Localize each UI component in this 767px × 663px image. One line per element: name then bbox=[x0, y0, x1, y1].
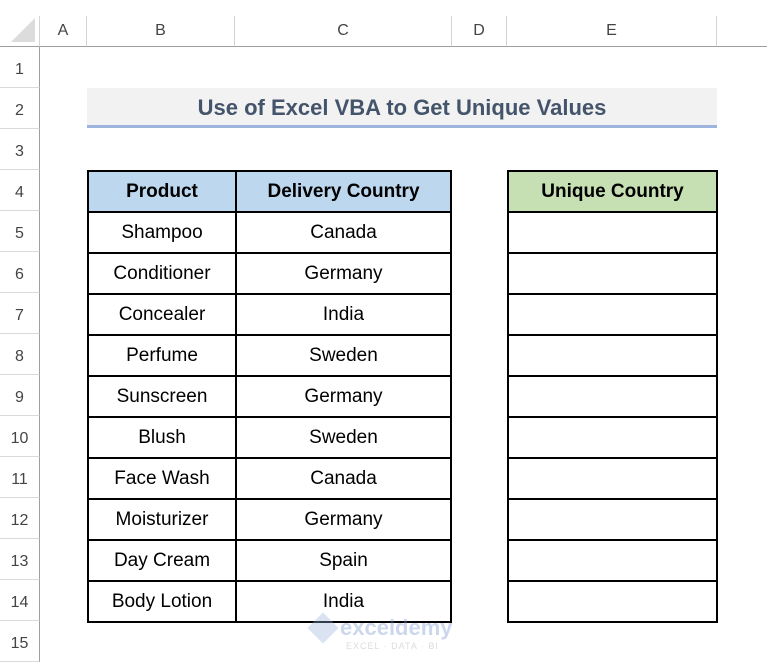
product-cell[interactable]: Face Wash bbox=[87, 457, 237, 500]
watermark-tagline: EXCEL · DATA · BI bbox=[346, 641, 439, 651]
table-row: Face Wash Canada bbox=[87, 457, 452, 500]
table-row: Sunscreen Germany bbox=[87, 375, 452, 418]
table-row: Perfume Sweden bbox=[87, 334, 452, 377]
row-header-15[interactable]: 15 bbox=[0, 621, 40, 662]
product-table: Product Delivery Country Shampoo Canada Co… bbox=[87, 170, 452, 623]
unique-country-cell[interactable] bbox=[507, 211, 718, 254]
row-header-3[interactable]: 3 bbox=[0, 129, 40, 170]
table-row bbox=[507, 498, 718, 541]
unique-country-cell[interactable] bbox=[507, 375, 718, 418]
column-header-e[interactable]: E bbox=[507, 16, 717, 47]
unique-country-cell[interactable] bbox=[507, 580, 718, 623]
exceldemy-logo-icon bbox=[307, 612, 339, 644]
unique-country-cell[interactable] bbox=[507, 498, 718, 541]
table-row: Concealer India bbox=[87, 293, 452, 336]
table-row bbox=[507, 334, 718, 377]
table-row: Moisturizer Germany bbox=[87, 498, 452, 541]
country-cell[interactable]: Canada bbox=[235, 211, 452, 254]
product-cell[interactable]: Moisturizer bbox=[87, 498, 237, 541]
product-cell[interactable]: Conditioner bbox=[87, 252, 237, 295]
row-header-2[interactable]: 2 bbox=[0, 88, 40, 129]
row-header-7[interactable]: 7 bbox=[0, 293, 40, 334]
row-header-12[interactable]: 12 bbox=[0, 498, 40, 539]
unique-country-cell[interactable] bbox=[507, 457, 718, 500]
product-header[interactable]: Product bbox=[87, 170, 237, 213]
table-row bbox=[507, 416, 718, 459]
row-header-1[interactable]: 1 bbox=[0, 47, 40, 88]
row-header-8[interactable]: 8 bbox=[0, 334, 40, 375]
row-header-11[interactable]: 11 bbox=[0, 457, 40, 498]
unique-country-cell[interactable] bbox=[507, 416, 718, 459]
table-row bbox=[507, 252, 718, 295]
product-cell[interactable]: Sunscreen bbox=[87, 375, 237, 418]
country-cell[interactable]: Germany bbox=[235, 375, 452, 418]
table-row: Day Cream Spain bbox=[87, 539, 452, 582]
watermark-name: exceldemy bbox=[340, 615, 453, 640]
select-all-corner[interactable] bbox=[0, 16, 40, 47]
watermark: exceldemy EXCEL · DATA · BI bbox=[307, 612, 453, 651]
country-cell[interactable]: India bbox=[235, 293, 452, 336]
table-row bbox=[507, 539, 718, 582]
unique-country-header[interactable]: Unique Country bbox=[507, 170, 718, 213]
row-header-10[interactable]: 10 bbox=[0, 416, 40, 457]
row-header-14[interactable]: 14 bbox=[0, 580, 40, 621]
select-all-triangle-icon bbox=[11, 18, 35, 42]
product-cell[interactable]: Blush bbox=[87, 416, 237, 459]
country-cell[interactable]: Spain bbox=[235, 539, 452, 582]
country-cell[interactable]: Germany bbox=[235, 252, 452, 295]
country-cell[interactable]: Canada bbox=[235, 457, 452, 500]
column-header-d[interactable]: D bbox=[452, 16, 507, 47]
product-cell[interactable]: Shampoo bbox=[87, 211, 237, 254]
country-cell[interactable]: Germany bbox=[235, 498, 452, 541]
row-header-13[interactable]: 13 bbox=[0, 539, 40, 580]
country-cell[interactable]: Sweden bbox=[235, 416, 452, 459]
column-header-a[interactable]: A bbox=[40, 16, 87, 47]
table-row: Blush Sweden bbox=[87, 416, 452, 459]
row-header-9[interactable]: 9 bbox=[0, 375, 40, 416]
product-cell[interactable]: Perfume bbox=[87, 334, 237, 377]
unique-country-cell[interactable] bbox=[507, 539, 718, 582]
column-header-c[interactable]: C bbox=[235, 16, 452, 47]
product-cell[interactable]: Body Lotion bbox=[87, 580, 237, 623]
unique-country-cell[interactable] bbox=[507, 293, 718, 336]
table-row bbox=[507, 211, 718, 254]
row-header-4[interactable]: 4 bbox=[0, 170, 40, 211]
unique-country-cell[interactable] bbox=[507, 334, 718, 377]
column-header-f[interactable] bbox=[717, 16, 767, 47]
table-row: Shampoo Canada bbox=[87, 211, 452, 254]
table-row bbox=[507, 580, 718, 623]
table-row: Conditioner Germany bbox=[87, 252, 452, 295]
table-row bbox=[507, 457, 718, 500]
column-header-b[interactable]: B bbox=[87, 16, 235, 47]
table-row bbox=[507, 375, 718, 418]
country-cell[interactable]: Sweden bbox=[235, 334, 452, 377]
product-cell[interactable]: Day Cream bbox=[87, 539, 237, 582]
row-header-5[interactable]: 5 bbox=[0, 211, 40, 252]
row-header-6[interactable]: 6 bbox=[0, 252, 40, 293]
sheet-title: Use of Excel VBA to Get Unique Values bbox=[87, 88, 717, 128]
unique-country-table: Unique Country bbox=[507, 170, 718, 623]
delivery-country-header[interactable]: Delivery Country bbox=[235, 170, 452, 213]
unique-country-cell[interactable] bbox=[507, 252, 718, 295]
product-cell[interactable]: Concealer bbox=[87, 293, 237, 336]
table-row bbox=[507, 293, 718, 336]
